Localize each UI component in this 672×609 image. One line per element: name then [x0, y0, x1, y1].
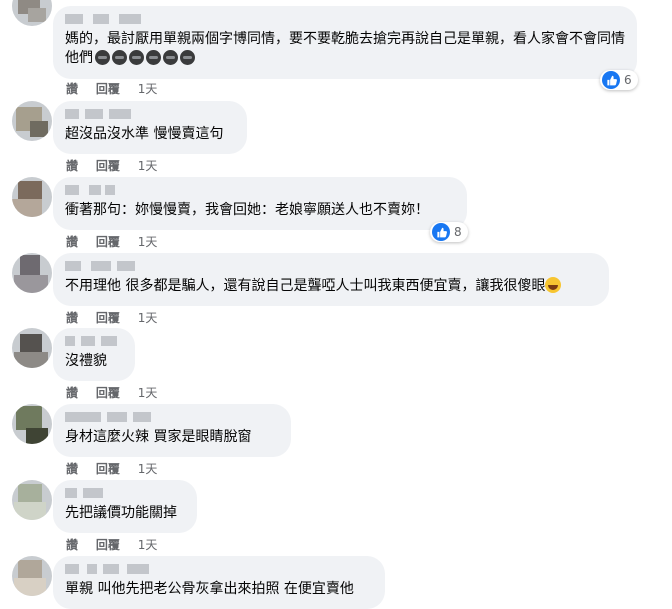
timestamp[interactable]: 1天	[138, 309, 158, 326]
reply-link[interactable]: 回覆	[96, 80, 120, 97]
avatar[interactable]	[12, 404, 52, 444]
comment-bubble: 先把議價功能關掉	[53, 480, 197, 533]
comment-bubble: 超沒品沒水準 慢慢賣這句	[53, 101, 247, 154]
comment-actions: 讚 回覆 1天	[66, 233, 171, 250]
commenter-name-blurred[interactable]	[65, 412, 279, 424]
avatar[interactable]	[12, 328, 52, 368]
commenter-name-blurred[interactable]	[65, 261, 597, 273]
comment-actions: 讚 回覆 1天	[66, 157, 171, 174]
comment-bubble: 不用理他 很多都是騙人，還有說自己是聾啞人士叫我東西便宜賣，讓我很傻眼	[53, 253, 609, 306]
avatar[interactable]	[12, 480, 52, 520]
avatar[interactable]	[12, 177, 52, 217]
like-link[interactable]: 讚	[66, 80, 78, 97]
comment-bubble: 媽的，最討厭用單親兩個字博同情，要不要乾脆去搶完再說自己是單親，看人家會不會同情…	[53, 6, 637, 79]
commenter-name-blurred[interactable]	[65, 564, 373, 576]
reply-link[interactable]: 回覆	[96, 536, 120, 553]
comment-text: 不用理他 很多都是騙人，還有說自己是聾啞人士叫我東西便宜賣，讓我很傻眼	[65, 277, 597, 296]
avatar[interactable]	[12, 0, 52, 26]
timestamp[interactable]: 1天	[138, 80, 158, 97]
reply-link[interactable]: 回覆	[96, 384, 120, 401]
timestamp[interactable]: 1天	[138, 460, 158, 477]
timestamp[interactable]: 1天	[138, 384, 158, 401]
commenter-name-blurred[interactable]	[65, 109, 235, 121]
commenter-name-blurred[interactable]	[65, 488, 185, 500]
like-link[interactable]: 讚	[66, 233, 78, 250]
timestamp[interactable]: 1天	[138, 233, 158, 250]
avatar[interactable]	[12, 253, 52, 293]
comment-actions: 讚 回覆 1天	[66, 460, 171, 477]
comment-bubble: 沒禮貌	[53, 328, 135, 381]
like-link[interactable]: 讚	[66, 384, 78, 401]
like-link[interactable]: 讚	[66, 460, 78, 477]
comment-bubble: 衝著那句：妳慢慢賣，我會回她：老娘寧願送人也不賣妳！	[53, 177, 467, 230]
like-link[interactable]: 讚	[66, 536, 78, 553]
thumbs-up-icon	[432, 223, 450, 241]
reply-link[interactable]: 回覆	[96, 309, 120, 326]
comment-actions: 讚 回覆 1天	[66, 80, 171, 97]
comment-text: 媽的，最討厭用單親兩個字博同情，要不要乾脆去搶完再說自己是單親，看人家會不會同情…	[65, 31, 625, 66]
avatar[interactable]	[12, 556, 52, 596]
reaction-count[interactable]: 8	[430, 222, 468, 242]
reply-link[interactable]: 回覆	[96, 157, 120, 174]
comment-text: 先把議價功能關掉	[65, 505, 177, 521]
commenter-name-blurred[interactable]	[65, 336, 123, 348]
comment-bubble: 單親 叫他先把老公骨灰拿出來拍照 在便宜賣他	[53, 556, 385, 609]
comment-text: 單親 叫他先把老公骨灰拿出來拍照 在便宜賣他	[65, 581, 354, 597]
commenter-name-blurred[interactable]	[65, 14, 625, 26]
comment-text: 超沒品沒水準 慢慢賣這句	[65, 126, 224, 142]
reply-link[interactable]: 回覆	[96, 233, 120, 250]
comment-bubble: 身材這麼火辣 買家是眼睛脫窗	[53, 404, 291, 457]
dark-emoji-icon	[95, 50, 195, 65]
commenter-name-blurred[interactable]	[65, 185, 455, 197]
timestamp[interactable]: 1天	[138, 536, 158, 553]
reply-link[interactable]: 回覆	[96, 460, 120, 477]
timestamp[interactable]: 1天	[138, 157, 158, 174]
like-link[interactable]: 讚	[66, 309, 78, 326]
thumbs-up-icon	[602, 71, 620, 89]
avatar[interactable]	[12, 101, 52, 141]
like-link[interactable]: 讚	[66, 157, 78, 174]
comment-text: 身材這麼火辣 買家是眼睛脫窗	[65, 429, 252, 445]
laughing-emoji-icon	[545, 277, 562, 293]
comment-actions: 讚 回覆 1天	[66, 309, 171, 326]
comment-actions: 讚 回覆 1天	[66, 384, 171, 401]
comment-text: 沒禮貌	[65, 353, 107, 369]
reaction-count[interactable]: 6	[600, 70, 638, 90]
comment-actions: 讚 回覆 1天	[66, 536, 171, 553]
comment-text: 衝著那句：妳慢慢賣，我會回她：老娘寧願送人也不賣妳！	[65, 202, 429, 218]
